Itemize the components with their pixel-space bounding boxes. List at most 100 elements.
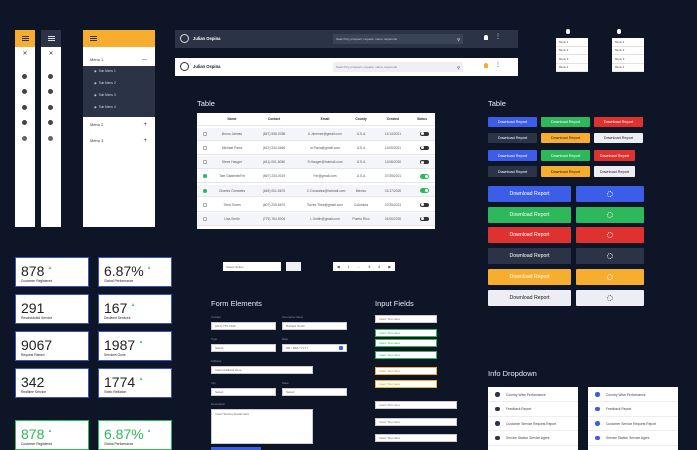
search-icon[interactable]: ⚲: [457, 37, 460, 42]
pencil-icon[interactable]: [48, 136, 53, 141]
info-dropdown-item[interactable]: Customer Service Request Report: [588, 417, 678, 431]
table-row[interactable]: Charles Gonzales (645) 001-5670 C.Gonzales…: [197, 184, 435, 198]
state-select[interactable]: Select: [282, 388, 347, 396]
menu-item[interactable]: Menu 4: [556, 64, 588, 72]
row-checkbox[interactable]: [203, 216, 207, 221]
menu-item[interactable]: Menu 2: [612, 47, 644, 55]
bell-icon[interactable]: [22, 105, 27, 110]
page-item[interactable]: 6: [378, 265, 380, 269]
menu-item[interactable]: Menu 3: [556, 55, 588, 64]
info-dropdown-item[interactable]: Customer Service Request Report: [488, 417, 578, 431]
download-report-button-large[interactable]: Download Report: [488, 289, 571, 306]
download-report-button[interactable]: Download Report: [541, 133, 590, 143]
status-toggle[interactable]: [420, 131, 429, 136]
loading-button[interactable]: [576, 206, 644, 223]
text-input[interactable]: Insert Text Here: [375, 380, 437, 388]
search-input[interactable]: Search by prospect, request, name, keywo…: [333, 62, 463, 72]
row-checkbox[interactable]: [203, 188, 207, 193]
download-report-button[interactable]: Download Report: [594, 150, 635, 161]
date-field[interactable]: DD / MM / YYYY: [282, 344, 347, 352]
address-field[interactable]: Insert Address Here: [211, 366, 313, 374]
menu-item[interactable]: Menu 4: [612, 64, 644, 72]
page-item[interactable]: 5: [368, 265, 370, 269]
row-checkbox[interactable]: [203, 131, 207, 136]
text-input[interactable]: Insert Text Here: [375, 315, 437, 323]
text-input[interactable]: Insert Text Here: [375, 329, 437, 337]
download-report-button[interactable]: Download Report: [488, 150, 537, 161]
status-toggle[interactable]: [420, 202, 429, 207]
shield-icon[interactable]: [22, 120, 27, 125]
col-name[interactable]: Name: [217, 117, 247, 121]
bell-icon[interactable]: [484, 63, 488, 68]
text-input[interactable]: Insert Text Here: [375, 434, 457, 442]
pencil-icon[interactable]: [22, 136, 27, 141]
status-toggle[interactable]: [420, 159, 429, 165]
hamburger-button[interactable]: [41, 30, 61, 47]
info-dropdown-item[interactable]: Service Station Service Agent: [488, 432, 578, 446]
sidebar-subitem-2[interactable]: ◉ Sub Menu 2: [94, 81, 116, 85]
download-report-button[interactable]: Download Report: [541, 166, 590, 177]
user-name[interactable]: Julian Ospina: [193, 36, 220, 41]
loading-button[interactable]: [576, 289, 644, 306]
info-dropdown-item[interactable]: Service Station Service Agent: [588, 432, 678, 446]
sidebar-item-menu1[interactable]: Menu 1 —: [83, 54, 155, 65]
caret-icon[interactable]: [566, 29, 570, 34]
table-row[interactable]: Lisa Smith (775) 764-5004 L.Smith@gmail.co…: [197, 213, 435, 226]
avatar[interactable]: [180, 34, 189, 43]
col-created[interactable]: Created: [382, 117, 404, 121]
user-name[interactable]: Julian Ospina: [193, 64, 220, 69]
row-checkbox[interactable]: [203, 174, 207, 179]
search-icon[interactable]: ⚲: [457, 65, 460, 70]
row-checkbox[interactable]: [203, 160, 207, 165]
info-icon[interactable]: [22, 74, 27, 79]
download-report-button-large[interactable]: Download Report: [488, 186, 571, 202]
info-dropdown-item[interactable]: Country Wise Performance: [588, 388, 678, 402]
info-dropdown-item[interactable]: Feedback Report: [588, 403, 678, 417]
gear-icon[interactable]: [48, 89, 53, 94]
row-checkbox[interactable]: [203, 145, 207, 150]
plus-icon[interactable]: +: [143, 122, 147, 128]
status-toggle[interactable]: [420, 174, 429, 179]
sidebar-item-menu2[interactable]: Menu 2 +: [83, 119, 155, 130]
gear-icon[interactable]: [22, 89, 27, 94]
avatar[interactable]: [180, 62, 189, 71]
status-toggle[interactable]: [420, 145, 429, 151]
select-field[interactable]: Select Select: [223, 262, 281, 271]
col-county[interactable]: County: [350, 117, 372, 121]
table-row[interactable]: Tom Gabrielle/Fei (667) 234-0019 Fei@gmail…: [197, 170, 435, 184]
plus-icon[interactable]: +: [143, 138, 147, 144]
text-input[interactable]: Insert Text Here: [375, 367, 437, 375]
calendar-icon[interactable]: [339, 346, 343, 350]
row-checkbox[interactable]: [203, 202, 207, 207]
info-dropdown-item[interactable]: Feedback Report: [488, 403, 578, 417]
hamburger-button[interactable]: [15, 30, 35, 47]
loading-button[interactable]: [576, 248, 644, 265]
menu-item[interactable]: Menu 1: [556, 38, 588, 47]
col-contact[interactable]: Contact: [259, 117, 289, 121]
download-report-button-large[interactable]: Download Report: [488, 206, 571, 223]
sidebar-subitem-3[interactable]: ◉ Sub Menu 3: [94, 93, 116, 97]
close-icon[interactable]: ✕: [41, 47, 61, 59]
select-button[interactable]: [286, 262, 301, 271]
loading-button[interactable]: [576, 227, 644, 244]
download-report-button[interactable]: Download Report: [594, 166, 635, 177]
download-report-button[interactable]: Download Report: [488, 117, 537, 127]
text-input[interactable]: Insert Text Here: [375, 339, 437, 347]
table-row[interactable]: Michael Parra (612) 234-0660 m.Parra@gmail…: [197, 142, 435, 155]
page-prev[interactable]: ◀: [337, 265, 340, 269]
download-report-button[interactable]: Download Report: [594, 117, 643, 127]
search-input[interactable]: Search by prospect, request, name, keywo…: [333, 34, 463, 44]
download-report-button[interactable]: Download Report: [594, 133, 643, 143]
type-select[interactable]: Select: [211, 344, 276, 352]
text-input[interactable]: Insert Text Here: [375, 351, 437, 359]
username-field[interactable]: Richard Smith: [282, 322, 347, 330]
description-textarea[interactable]: Insert Service Detail Here: [211, 409, 313, 444]
page-item[interactable]: 1: [348, 265, 350, 269]
table-row[interactable]: Bruno Jaimes (667) 998-0098 b.Jimenez@gmai…: [197, 128, 435, 141]
sidebar-subitem-1[interactable]: ◉ Sub Menu 1: [94, 69, 116, 73]
hamburger-button[interactable]: [83, 30, 103, 47]
download-report-button[interactable]: Download Report: [488, 166, 537, 177]
col-status[interactable]: Status: [411, 117, 433, 121]
loading-button[interactable]: [576, 268, 644, 285]
bell-icon[interactable]: [48, 105, 53, 110]
